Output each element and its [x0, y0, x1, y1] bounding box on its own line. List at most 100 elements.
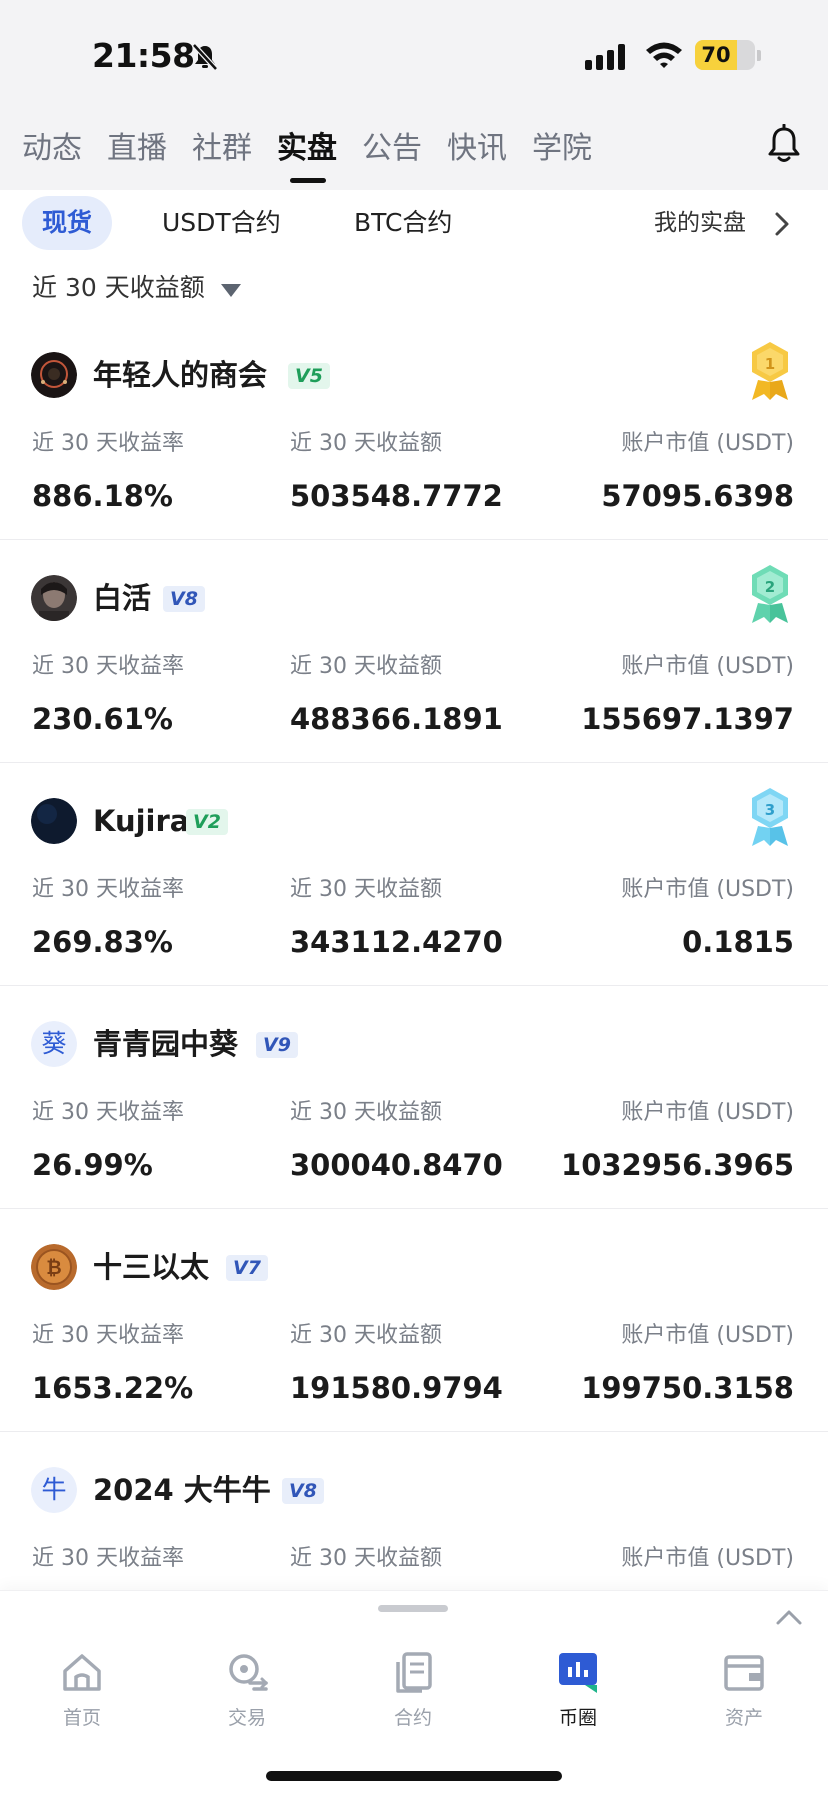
stat-label-amount: 近 30 天收益额 — [290, 877, 442, 902]
chevron-up-icon[interactable] — [774, 1607, 804, 1627]
avatar: 葵 — [31, 1021, 77, 1067]
trader-name[interactable]: 年轻人的商会 — [93, 350, 267, 400]
tab-shipan[interactable]: 实盘 — [277, 124, 337, 174]
status-bar: 21:58 70 — [0, 0, 828, 110]
avatar — [31, 798, 77, 844]
stat-label-account: 账户市值 (USDT) — [621, 431, 794, 456]
medal-rank-text: 3 — [765, 801, 775, 819]
nav-label: 首页 — [62, 1707, 101, 1729]
return-amount-value: 343112.4270 — [290, 925, 503, 959]
battery-tip — [757, 50, 761, 61]
stat-label-account: 账户市值 (USDT) — [621, 877, 794, 902]
cellular-signal-icon — [585, 44, 625, 70]
home-icon — [63, 1654, 101, 1691]
trader-card[interactable]: Kujira V2 3 近 30 天收益率 近 30 天收益额 账户市值 (US… — [0, 764, 828, 986]
silver-medal-icon: 2 — [752, 565, 788, 623]
caret-down-icon[interactable] — [220, 282, 242, 298]
wallet-icon — [724, 1655, 764, 1691]
trade-icon — [229, 1654, 269, 1691]
avatar: ₿ — [31, 1244, 77, 1290]
return-amount-value: 300040.8470 — [290, 1148, 503, 1182]
account-value: 57095.6398 — [601, 479, 794, 513]
bronze-medal-icon: 3 — [752, 788, 788, 846]
subtab-btc-futures[interactable]: BTC合约 — [354, 196, 452, 250]
return-amount-value: 503548.7772 — [290, 479, 503, 513]
sort-dropdown[interactable]: 近 30 天收益额 — [32, 268, 205, 308]
nav-contract[interactable]: 合约 — [358, 1649, 468, 1749]
nav-assets[interactable]: 资产 — [689, 1649, 799, 1749]
subtab-spot[interactable]: 现货 — [22, 196, 113, 250]
home-indicator — [266, 1771, 562, 1781]
stat-label-rate: 近 30 天收益率 — [32, 877, 184, 902]
account-value: 1032956.3965 — [561, 1148, 794, 1182]
tab-kuaixun[interactable]: 快讯 — [447, 124, 507, 174]
top-tab-bar: 动态 直播 社群 实盘 公告 快讯 学院 — [0, 120, 828, 190]
stat-label-rate: 近 30 天收益率 — [32, 1546, 184, 1571]
vip-level-badge: V8 — [163, 586, 205, 612]
wifi-icon — [646, 42, 682, 68]
avatar — [31, 352, 77, 398]
avatar — [31, 575, 77, 621]
battery-indicator: 70 — [695, 40, 755, 70]
tab-shequn[interactable]: 社群 — [192, 124, 252, 174]
tab-dongtai[interactable]: 动态 — [22, 124, 82, 174]
avatar-initial: 牛 — [31, 1467, 77, 1513]
stat-label-amount: 近 30 天收益额 — [290, 1100, 442, 1125]
stat-label-amount: 近 30 天收益额 — [290, 431, 442, 456]
stat-label-rate: 近 30 天收益率 — [32, 431, 184, 456]
trader-name[interactable]: 2024 大牛牛 — [93, 1465, 271, 1515]
nav-home[interactable]: 首页 — [27, 1649, 137, 1749]
svg-text:₿: ₿ — [46, 1257, 61, 1279]
chevron-right-icon[interactable] — [772, 210, 792, 238]
tab-zhibo[interactable]: 直播 — [107, 124, 167, 174]
contract-icon — [396, 1652, 432, 1693]
bottom-tab-bar: 首页 交易 合约 币圈 资产 — [0, 1590, 828, 1795]
avatar: 牛 — [31, 1467, 77, 1513]
return-amount-value: 488366.1891 — [290, 702, 503, 736]
return-rate-value: 230.61% — [32, 702, 173, 736]
stat-label-rate: 近 30 天收益率 — [32, 1100, 184, 1125]
return-rate-value: 269.83% — [32, 925, 173, 959]
tab-xueyuan[interactable]: 学院 — [532, 124, 592, 174]
market-type-tabs: 现货 USDT合约 BTC合约 我的实盘 — [0, 196, 828, 252]
medal-rank-text: 2 — [765, 578, 775, 596]
stat-label-account: 账户市值 (USDT) — [621, 654, 794, 679]
active-tab-indicator — [290, 178, 326, 183]
nav-label: 交易 — [227, 1707, 266, 1729]
nav-label: 资产 — [724, 1707, 763, 1729]
account-value: 155697.1397 — [581, 702, 794, 736]
stat-label-rate: 近 30 天收益率 — [32, 654, 184, 679]
gold-medal-icon: 1 — [752, 342, 788, 400]
return-rate-value: 26.99% — [32, 1148, 153, 1182]
vip-level-badge: V7 — [226, 1255, 268, 1281]
vip-level-badge: V9 — [256, 1032, 298, 1058]
trader-name[interactable]: 十三以太 — [93, 1242, 209, 1292]
nav-trade[interactable]: 交易 — [192, 1649, 302, 1749]
notification-bell-icon[interactable] — [766, 124, 802, 164]
drag-handle[interactable] — [378, 1605, 448, 1612]
return-rate-value: 886.18% — [32, 479, 173, 513]
stat-label-account: 账户市值 (USDT) — [621, 1546, 794, 1571]
stat-label-amount: 近 30 天收益额 — [290, 654, 442, 679]
nav-community[interactable]: 币圈 — [523, 1649, 633, 1749]
trader-card[interactable]: 白活 V8 2 近 30 天收益率 近 30 天收益额 账户市值 (USDT) … — [0, 541, 828, 763]
mute-bell-icon — [192, 43, 218, 71]
my-real-link[interactable]: 我的实盘 — [654, 196, 746, 250]
trader-name[interactable]: Kujira — [93, 796, 189, 846]
tab-gonggao[interactable]: 公告 — [362, 124, 422, 174]
trader-name[interactable]: 青青园中葵 — [93, 1019, 238, 1069]
account-value: 0.1815 — [682, 925, 794, 959]
vip-level-badge: V5 — [288, 363, 330, 389]
subtab-usdt-futures[interactable]: USDT合约 — [162, 196, 281, 250]
vip-level-badge: V2 — [186, 809, 228, 835]
nav-label: 币圈 — [558, 1707, 597, 1729]
trader-name[interactable]: 白活 — [93, 573, 151, 623]
account-value: 199750.3158 — [581, 1371, 794, 1405]
community-icon — [559, 1653, 597, 1693]
trader-card[interactable]: 年轻人的商会 V5 1 近 30 天收益率 近 30 天收益额 账户市值 (US… — [0, 318, 828, 540]
return-amount-value: 191580.9794 — [290, 1371, 503, 1405]
trader-card[interactable]: 葵 青青园中葵 V9 近 30 天收益率 近 30 天收益额 账户市值 (USD… — [0, 987, 828, 1209]
trader-card[interactable]: ₿ 十三以太 V7 近 30 天收益率 近 30 天收益额 账户市值 (USDT… — [0, 1210, 828, 1432]
stat-label-amount: 近 30 天收益额 — [290, 1323, 442, 1348]
status-time: 21:58 — [92, 36, 195, 75]
